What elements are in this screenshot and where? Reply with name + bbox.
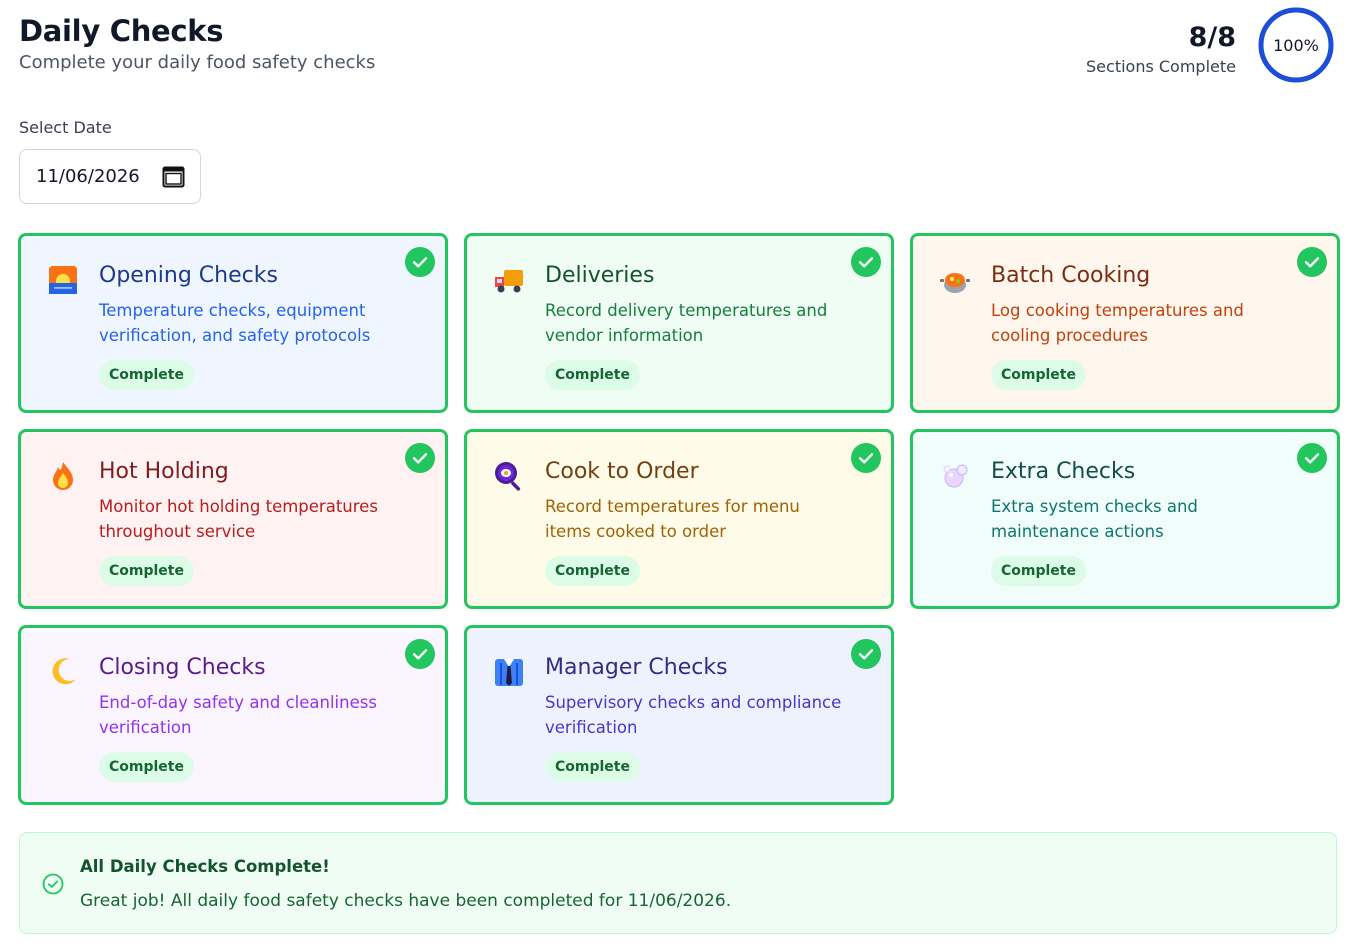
banner-title: All Daily Checks Complete! <box>80 857 330 876</box>
status-badge: Complete <box>99 360 194 390</box>
manager-suit-icon <box>492 655 526 689</box>
status-badge: Complete <box>99 556 194 586</box>
page-header: Daily Checks Complete your daily food sa… <box>19 14 375 76</box>
checkmark-icon <box>851 639 881 669</box>
check-circle-icon <box>42 873 64 895</box>
calendar-icon[interactable] <box>161 164 186 189</box>
sunrise-icon <box>46 263 80 297</box>
page-title: Daily Checks <box>19 14 224 48</box>
card-description: Extra system checks and maintenance acti… <box>991 497 1198 541</box>
section-card[interactable]: Batch Cooking Log cooking temperatures an… <box>910 233 1340 413</box>
date-value: 11/06/2026 <box>36 166 140 187</box>
banner-text: Great job! All daily food safety checks … <box>80 891 732 911</box>
status-badge: Complete <box>991 360 1086 390</box>
section-card[interactable]: Opening Checks Temperature checks, equipm… <box>18 233 448 413</box>
card-description: Record delivery temperatures and vendor … <box>545 301 828 345</box>
card-title: Hot Holding <box>99 459 229 484</box>
card-description: End-of-day safety and cleanliness verifi… <box>99 693 377 737</box>
card-description: Supervisory checks and compliance verifi… <box>545 693 842 737</box>
section-card[interactable]: Deliveries Record delivery temperatures a… <box>464 233 894 413</box>
checkmark-icon <box>1297 443 1327 473</box>
progress-percent: 100% <box>1273 35 1319 55</box>
status-badge: Complete <box>545 556 640 586</box>
section-card[interactable]: Extra Checks Extra system checks and main… <box>910 429 1340 609</box>
status-badge: Complete <box>545 360 640 390</box>
card-title: Opening Checks <box>99 263 278 288</box>
status-badge: Complete <box>991 556 1086 586</box>
completion-banner: All Daily Checks Complete! Great job! Al… <box>19 832 1337 934</box>
section-card[interactable]: Closing Checks End-of-day safety and clea… <box>18 625 448 805</box>
card-title: Closing Checks <box>99 655 266 680</box>
progress-count: 8/8 <box>1188 21 1236 53</box>
progress-summary: 8/8 Sections Complete 100% <box>1086 5 1336 85</box>
fire-icon <box>46 459 80 493</box>
card-description: Record temperatures for menu items cooke… <box>545 497 800 541</box>
progress-ring: 100% <box>1256 5 1336 85</box>
card-title: Extra Checks <box>991 459 1136 484</box>
checkmark-icon <box>851 443 881 473</box>
section-card[interactable]: Cook to Order Record temperatures for men… <box>464 429 894 609</box>
status-badge: Complete <box>99 752 194 782</box>
checkmark-icon <box>405 639 435 669</box>
checkmark-icon <box>405 247 435 277</box>
card-title: Manager Checks <box>545 655 728 680</box>
checkmark-icon <box>851 247 881 277</box>
date-label: Select Date <box>19 118 112 137</box>
card-description: Monitor hot holding temperatures through… <box>99 497 378 541</box>
card-title: Batch Cooking <box>991 263 1151 288</box>
card-description: Temperature checks, equipment verificati… <box>99 301 371 345</box>
checkmark-icon <box>405 443 435 473</box>
section-card[interactable]: Hot Holding Monitor hot holding temperatu… <box>18 429 448 609</box>
delivery-truck-icon <box>492 263 526 297</box>
card-title: Deliveries <box>545 263 655 288</box>
progress-label: Sections Complete <box>1086 56 1236 76</box>
crescent-moon-icon <box>46 655 80 689</box>
page-subtitle: Complete your daily food safety checks <box>19 52 376 73</box>
section-card[interactable]: Manager Checks Supervisory checks and com… <box>464 625 894 805</box>
cooking-pot-icon <box>938 263 972 297</box>
date-input[interactable]: 11/06/2026 <box>19 149 201 204</box>
card-title: Cook to Order <box>545 459 699 484</box>
soap-bubbles-icon <box>938 459 972 493</box>
status-badge: Complete <box>545 752 640 782</box>
frying-pan-icon <box>492 459 526 493</box>
checkmark-icon <box>1297 247 1327 277</box>
card-description: Log cooking temperatures and cooling pro… <box>991 301 1244 345</box>
